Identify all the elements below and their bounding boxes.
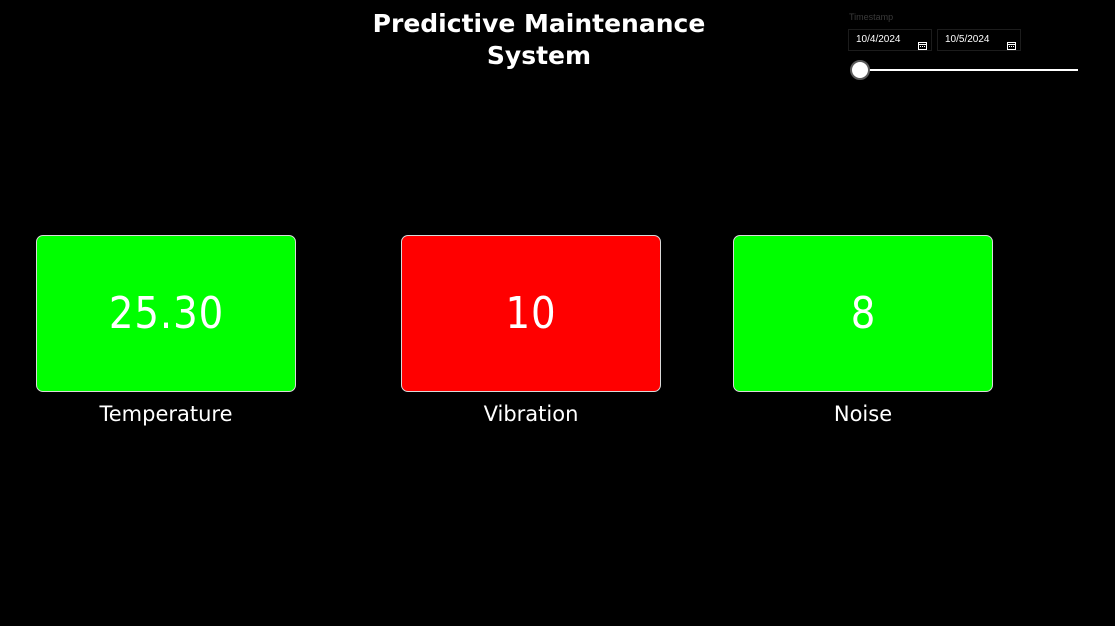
timestamp-slicer: Timestamp xyxy=(848,12,1088,92)
vibration-card: 10 xyxy=(401,235,661,392)
page-title: Predictive Maintenance System xyxy=(372,9,706,70)
start-date-input[interactable] xyxy=(856,30,914,50)
calendar-icon[interactable] xyxy=(918,35,927,50)
date-range-slider-handle[interactable] xyxy=(850,60,870,80)
date-range-slider-track[interactable] xyxy=(860,69,1078,71)
noise-label: Noise xyxy=(833,402,893,426)
end-date-input[interactable] xyxy=(945,30,1003,50)
vibration-label: Vibration xyxy=(483,402,579,426)
noise-card: 8 xyxy=(733,235,993,392)
temperature-label: Temperature xyxy=(99,402,233,426)
calendar-icon[interactable] xyxy=(1007,35,1016,50)
noise-value: 8 xyxy=(850,288,876,339)
start-date-box[interactable] xyxy=(848,29,932,51)
temperature-card: 25.30 xyxy=(36,235,296,392)
vibration-value: 10 xyxy=(505,288,557,339)
slicer-label: Timestamp xyxy=(849,12,894,22)
end-date-box[interactable] xyxy=(937,29,1021,51)
temperature-value: 25.30 xyxy=(108,288,224,339)
